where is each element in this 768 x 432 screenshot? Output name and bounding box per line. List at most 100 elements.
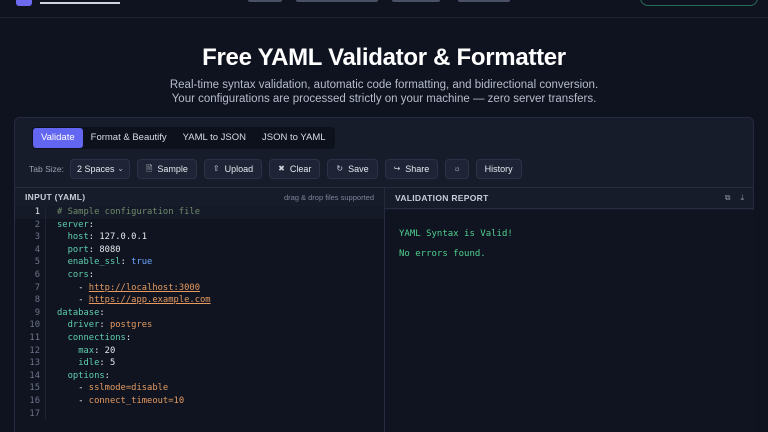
tab-size-select[interactable]: 2 Spaces ⌄	[69, 159, 130, 179]
code-line[interactable]: 14 options:	[15, 369, 384, 383]
nav-cta-button[interactable]	[640, 0, 758, 6]
history-button[interactable]: History	[475, 159, 522, 179]
share-button[interactable]: ↪ Share	[384, 159, 439, 179]
upload-button[interactable]: ⇧ Upload	[203, 159, 263, 179]
code-line[interactable]: 9 database:	[15, 306, 384, 320]
validation-errors: No errors found.	[399, 249, 486, 259]
code-line[interactable]: 5 enable_ssl: true	[15, 256, 384, 269]
line-code: - connect_timeout=10	[45, 394, 185, 408]
theme-toggle-button[interactable]: ☼	[445, 159, 469, 179]
nav-link-3[interactable]	[392, 0, 440, 2]
key-separator: :	[88, 219, 95, 230]
line-code: - http://localhost:3000	[45, 281, 200, 295]
line-code: enable_ssl: true	[45, 256, 152, 269]
code-line[interactable]: 4 port: 8080	[15, 243, 384, 257]
tab-size-value: 2 Spaces	[76, 164, 115, 174]
code-line[interactable]: 8 - https://app.example.com	[15, 294, 384, 307]
clear-button[interactable]: ✖ Clear	[269, 159, 321, 179]
yaml-value: 5	[109, 358, 116, 369]
key-separator: :	[120, 257, 132, 268]
code-line[interactable]: 2 server:	[15, 218, 384, 232]
line-code: - sslmode=disable	[45, 382, 168, 395]
line-code: cors:	[45, 268, 95, 282]
key-separator: :	[88, 232, 100, 243]
key-separator: :	[99, 358, 110, 369]
tab-validate[interactable]: Validate	[33, 128, 83, 148]
line-number: 12	[29, 345, 40, 356]
clear-button-label: Clear	[289, 164, 312, 174]
sun-icon: ☼	[453, 164, 461, 173]
line-code: server:	[45, 218, 95, 232]
report-title: VALIDATION REPORT	[395, 193, 489, 203]
line-number: 9	[34, 307, 40, 318]
yaml-value: 8080	[99, 244, 121, 255]
code-line[interactable]: 15 - sslmode=disable	[15, 382, 384, 395]
yaml-value: connect_timeout=10	[88, 395, 185, 406]
key-separator: :	[99, 307, 105, 318]
save-button[interactable]: ↻ Save	[327, 159, 378, 179]
line-code	[45, 407, 57, 421]
save-button-label: Save	[348, 164, 369, 174]
upload-icon: ⇧	[212, 164, 220, 173]
code-line[interactable]: 1 # Sample configuration file	[15, 206, 384, 219]
yaml-key: connections	[67, 332, 126, 343]
validation-output: YAML Syntax is Valid! No errors found.	[385, 210, 754, 432]
yaml-value: 20	[104, 345, 116, 356]
yaml-value: sslmode=disable	[88, 383, 169, 394]
report-header: VALIDATION REPORT ⧉ ⤓	[385, 187, 754, 209]
yaml-key: database	[57, 307, 100, 318]
yaml-key: max	[78, 345, 95, 356]
yaml-input-editor[interactable]: 1 # Sample configuration file 2 server: 3 ho…	[15, 206, 384, 432]
code-line[interactable]: 16 - connect_timeout=10	[15, 394, 384, 408]
nav-link-4[interactable]	[458, 0, 510, 2]
tab-size-label: Tab Size:	[29, 164, 64, 174]
line-number: 3	[34, 232, 40, 243]
code-comment: # Sample configuration file	[57, 207, 200, 217]
validation-status: YAML Syntax is Valid!	[399, 229, 513, 239]
code-line[interactable]: 7 - http://localhost:3000	[15, 281, 384, 295]
nav-link-2[interactable]	[296, 0, 378, 2]
code-line[interactable]: 17	[15, 407, 384, 421]
line-code: - https://app.example.com	[45, 294, 211, 307]
line-code: port: 8080	[45, 243, 121, 257]
save-icon: ↻	[336, 164, 344, 173]
share-icon: ↪	[393, 164, 401, 173]
yaml-key: options	[67, 370, 105, 381]
code-line[interactable]: 13 idle: 5	[15, 357, 384, 370]
page-subtitle: Real-time syntax validation, automatic c…	[0, 78, 768, 106]
tab-json-to-yaml[interactable]: JSON to YAML	[254, 128, 334, 148]
tab-format-beautify[interactable]: Format & Beautify	[83, 128, 175, 148]
yaml-value: 127.0.0.1	[99, 232, 148, 243]
code-line[interactable]: 10 driver: postgres	[15, 319, 384, 332]
code-line[interactable]: 11 connections:	[15, 331, 384, 345]
download-icon[interactable]: ⤓	[740, 193, 744, 203]
yaml-value: postgres	[109, 320, 153, 331]
upload-button-label: Upload	[224, 164, 254, 174]
key-separator: :	[94, 345, 105, 356]
code-line[interactable]: 3 host: 127.0.0.1	[15, 231, 384, 244]
line-number: 16	[29, 395, 40, 406]
line-number: 17	[29, 408, 40, 419]
logo-wordmark[interactable]	[40, 0, 120, 4]
copy-icon[interactable]: ⧉	[725, 193, 731, 203]
history-button-label: History	[484, 164, 513, 174]
logo-icon[interactable]	[16, 0, 32, 6]
line-number: 4	[34, 244, 40, 255]
line-number: 13	[29, 358, 40, 369]
line-code: connections:	[45, 331, 131, 345]
yaml-key: server	[57, 219, 89, 230]
sample-button[interactable]: 🗎 Sample	[136, 159, 197, 179]
nav-link-1[interactable]	[248, 0, 282, 2]
code-line[interactable]: 6 cors:	[15, 268, 384, 282]
editor-header: INPUT (YAML) drag & drop files supported	[15, 187, 384, 206]
key-separator: :	[88, 269, 95, 280]
chevron-down-icon: ⌄	[117, 164, 124, 173]
line-number: 8	[34, 295, 40, 306]
sample-button-label: Sample	[157, 164, 188, 174]
code-line[interactable]: 12 max: 20	[15, 344, 384, 358]
tab-yaml-to-json[interactable]: YAML to JSON	[175, 128, 254, 148]
